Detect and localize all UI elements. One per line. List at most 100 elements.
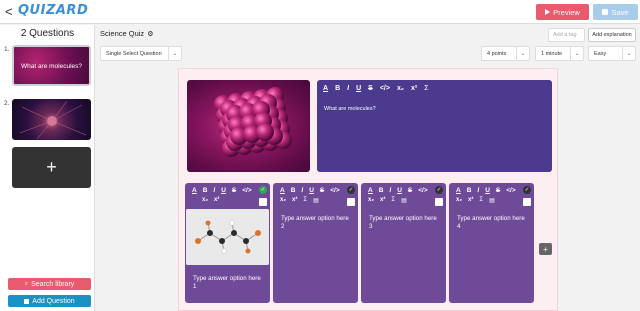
formatting-toolbar-row-2: x₂ x² Σ ▤	[368, 197, 407, 204]
superscript-icon[interactable]: x²	[214, 197, 219, 203]
search-library-button[interactable]: ⌕ Search library	[8, 278, 91, 290]
strikethrough-icon[interactable]: S	[232, 187, 236, 194]
strikethrough-icon[interactable]: S	[496, 187, 500, 194]
math-icon[interactable]: Σ	[303, 197, 307, 204]
code-icon[interactable]: </>	[330, 187, 339, 194]
underline-icon[interactable]: U	[221, 187, 226, 194]
subscript-icon[interactable]: x₂	[202, 197, 208, 203]
save-button[interactable]: Save	[593, 4, 638, 20]
preview-button[interactable]: Preview	[536, 4, 589, 20]
add-question-tile[interactable]: +	[12, 147, 91, 188]
save-icon	[24, 298, 30, 304]
molecule-model-image	[186, 209, 269, 265]
question-text[interactable]: What are molecules?	[324, 106, 376, 112]
question-thumbnail-1[interactable]: What are molecules?	[12, 45, 91, 86]
difficulty-select[interactable]: Easy ⌄	[588, 46, 636, 61]
answer-option-2[interactable]: A B I U S </> x₂ x² Σ ▤ ✓ Type answer op…	[273, 183, 358, 303]
underline-icon[interactable]: U	[356, 85, 361, 92]
question-sidebar: 2 Questions 1. What are molecules? 2. + …	[0, 25, 95, 311]
math-icon[interactable]: Σ	[391, 197, 395, 204]
quiz-title[interactable]: Science Quiz ⚙	[100, 29, 153, 38]
add-question-button[interactable]: Add Question	[8, 295, 91, 307]
strikethrough-icon[interactable]: S	[320, 187, 324, 194]
formatting-toolbar: A B I U S </>	[456, 187, 516, 194]
answer-option-3[interactable]: A B I U S </> x₂ x² Σ ▤ ✓ Type answer op…	[361, 183, 446, 303]
correct-answer-check-icon[interactable]: ✓	[347, 186, 355, 194]
image-icon[interactable]: ▤	[401, 197, 407, 204]
question-text-panel[interactable]: A B I U S </> x₂ x² Σ What are molecules…	[317, 80, 552, 172]
bold-icon[interactable]: B	[467, 187, 472, 194]
points-select[interactable]: 4 points ⌄	[481, 46, 530, 61]
subscript-icon[interactable]: x₂	[368, 197, 374, 204]
italic-icon[interactable]: I	[389, 187, 391, 194]
text-color-icon[interactable]: A	[323, 85, 328, 92]
superscript-icon[interactable]: x²	[380, 197, 385, 204]
text-color-icon[interactable]: A	[192, 187, 197, 194]
bold-icon[interactable]: B	[291, 187, 296, 194]
answer-option-4[interactable]: A B I U S </> x₂ x² Σ ▤ ✓ Type answer op…	[449, 183, 534, 303]
time-select[interactable]: 1 minute ⌄	[535, 46, 584, 61]
trash-icon[interactable]	[347, 198, 355, 206]
answer-placeholder: Type answer option here	[457, 215, 525, 222]
italic-icon[interactable]: I	[477, 187, 479, 194]
text-color-icon[interactable]: A	[368, 187, 373, 194]
question-image[interactable]	[187, 80, 310, 172]
correct-answer-check-icon[interactable]: ✓	[435, 186, 443, 194]
formatting-toolbar-row-2: x₂ x² Σ ▤	[456, 197, 495, 204]
difficulty-value: Easy	[594, 51, 607, 57]
question-count: 2 Questions	[20, 28, 75, 39]
subscript-icon[interactable]: x₂	[280, 197, 286, 204]
back-arrow-icon[interactable]: <	[5, 4, 13, 20]
underline-icon[interactable]: U	[485, 187, 490, 194]
answer-image[interactable]	[186, 209, 269, 265]
code-icon[interactable]: </>	[506, 187, 515, 194]
subscript-icon[interactable]: x₂	[456, 197, 462, 204]
thumb-number: 2.	[4, 100, 10, 107]
plus-icon: +	[46, 157, 57, 177]
strikethrough-icon[interactable]: S	[408, 187, 412, 194]
answer-placeholder: Type answer option here	[281, 215, 349, 222]
math-icon[interactable]: Σ	[479, 197, 483, 204]
answer-placeholder: Type answer option here	[369, 215, 437, 222]
correct-answer-check-icon[interactable]: ✓	[259, 186, 267, 194]
trash-icon[interactable]	[523, 198, 531, 206]
code-icon[interactable]: </>	[242, 187, 251, 194]
text-color-icon[interactable]: A	[456, 187, 461, 194]
bold-icon[interactable]: B	[335, 85, 340, 92]
tag-input[interactable]: Add a tag	[548, 28, 585, 42]
trash-icon[interactable]	[435, 198, 443, 206]
question-type-select[interactable]: Single Select Question ⌄	[100, 46, 182, 61]
math-icon[interactable]: Σ	[424, 85, 428, 92]
image-icon[interactable]: ▤	[489, 197, 495, 204]
italic-icon[interactable]: I	[213, 187, 215, 194]
strikethrough-icon[interactable]: S	[368, 85, 373, 92]
question-thumbnail-2[interactable]	[12, 99, 91, 140]
gear-icon[interactable]: ⚙	[147, 31, 153, 38]
add-option-button[interactable]: +	[539, 243, 552, 255]
molecule-cluster-image	[214, 87, 292, 157]
text-color-icon[interactable]: A	[280, 187, 285, 194]
bold-icon[interactable]: B	[203, 187, 208, 194]
italic-icon[interactable]: I	[347, 85, 349, 92]
code-icon[interactable]: </>	[380, 85, 390, 92]
thumbnail-text: What are molecules?	[20, 63, 83, 70]
answer-option-1[interactable]: A B I U S </> x₂ x² ✓ Type answer option…	[185, 183, 270, 303]
add-explanation-button[interactable]: Add explanation	[588, 28, 636, 42]
italic-icon[interactable]: I	[301, 187, 303, 194]
superscript-icon[interactable]: x²	[292, 197, 297, 204]
superscript-icon[interactable]: x²	[411, 85, 417, 92]
correct-answer-check-icon[interactable]: ✓	[523, 186, 531, 194]
underline-icon[interactable]: U	[397, 187, 402, 194]
answer-placeholder: Type answer option here	[193, 275, 261, 282]
superscript-icon[interactable]: x²	[468, 197, 473, 204]
image-icon[interactable]: ▤	[313, 197, 319, 204]
bold-icon[interactable]: B	[379, 187, 384, 194]
underline-icon[interactable]: U	[309, 187, 314, 194]
formatting-toolbar-row-2: x₂ x²	[202, 197, 219, 203]
search-library-label: Search library	[31, 280, 75, 288]
trash-icon[interactable]	[259, 198, 267, 206]
subscript-icon[interactable]: x₂	[397, 85, 404, 92]
code-icon[interactable]: </>	[418, 187, 427, 194]
answer-number: 1	[193, 283, 197, 290]
answer-number: 2	[281, 223, 285, 230]
